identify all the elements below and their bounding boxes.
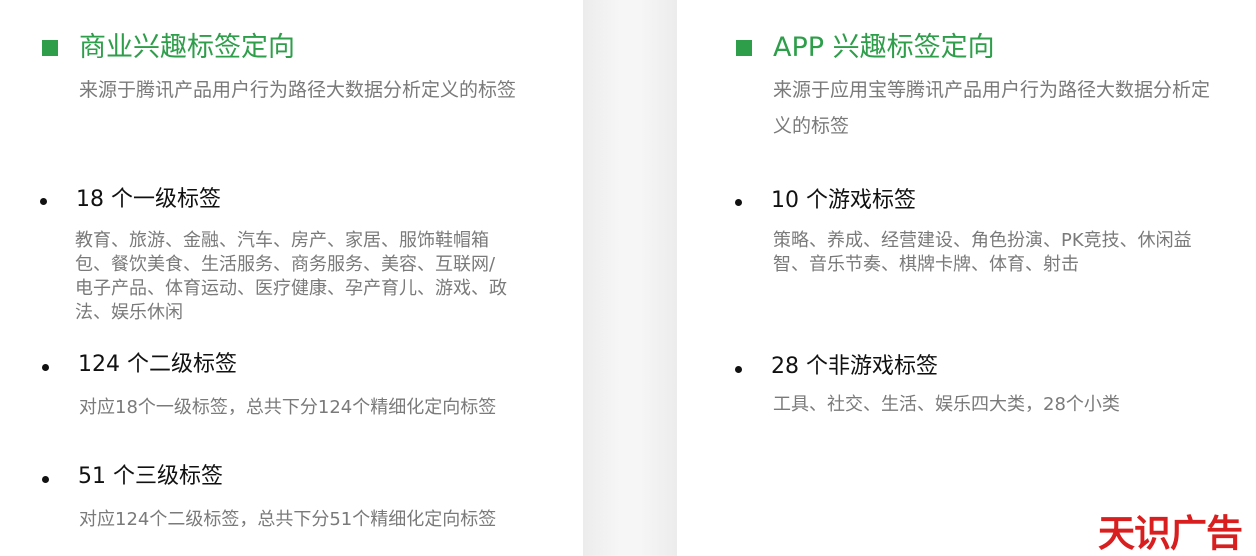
left-item-3-desc: 对应124个二级标签，总共下分51个精细化定向标签 [79, 509, 497, 530]
right-item-1-title: 10 个游戏标签 [771, 188, 916, 213]
right-subtitle: 来源于应用宝等腾讯产品用户行为路径大数据分析定义的标签 [773, 79, 1211, 137]
right-item-2-desc: 工具、社交、生活、娱乐四大类，28个小类 [773, 394, 1120, 415]
left-header: 商业兴趣标签定向 [42, 32, 295, 64]
left-title: 商业兴趣标签定向 [79, 32, 295, 63]
right-title: APP 兴趣标签定向 [773, 32, 995, 63]
left-item-2-title: 124 个二级标签 [78, 352, 237, 377]
right-header: APP 兴趣标签定向 [736, 32, 995, 64]
left-item-1-desc: 教育、旅游、金融、汽车、房产、家居、服饰鞋帽箱包、餐饮美食、生活服务、商务服务、… [75, 230, 507, 323]
left-item-3-title: 51 个三级标签 [78, 464, 223, 489]
left-item-2-desc: 对应18个一级标签，总共下分124个精细化定向标签 [79, 397, 497, 418]
left-panel: 商业兴趣标签定向 来源于腾讯产品用户行为路径大数据分析定义的标签 18 个一级标… [0, 0, 583, 556]
right-item-1-desc: 策略、养成、经营建设、角色扮演、PK竞技、休闲益智、音乐节奏、棋牌卡牌、体育、射… [773, 230, 1192, 275]
bullet-icon [42, 364, 49, 371]
green-square-icon [736, 40, 752, 56]
left-item-1-title: 18 个一级标签 [76, 187, 221, 212]
green-square-icon [42, 40, 58, 56]
bullet-icon [735, 199, 742, 206]
brand-watermark: 天识广告 [1098, 512, 1243, 555]
right-item-2-title: 28 个非游戏标签 [771, 354, 938, 379]
bullet-icon [735, 366, 742, 373]
panel-divider [583, 0, 677, 556]
bullet-icon [40, 198, 47, 205]
left-subtitle: 来源于腾讯产品用户行为路径大数据分析定义的标签 [79, 79, 517, 101]
bullet-icon [42, 476, 49, 483]
